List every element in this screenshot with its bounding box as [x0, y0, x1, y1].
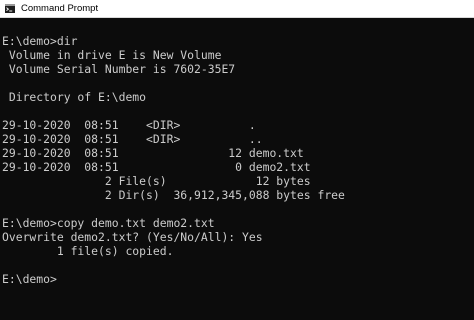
console-line-result: 1 file(s) copied. — [2, 244, 174, 258]
console-line-file-entry: 29-10-2020 08:51 0 demo2.txt — [2, 160, 311, 174]
console-line-volume-name: Volume in drive E is New Volume — [2, 48, 222, 62]
console-line-prompt-response: Overwrite demo2.txt? (Yes/No/All): Yes — [2, 230, 263, 244]
console-line-file-summary: 2 File(s) 12 bytes — [2, 174, 311, 188]
window-title: Command Prompt — [21, 3, 99, 14]
console-line-dir-entry: 29-10-2020 08:51 <DIR> .. — [2, 132, 263, 146]
console-line-dir-entry: 29-10-2020 08:51 <DIR> . — [2, 118, 256, 132]
console-prompt[interactable]: E:\demo> — [2, 272, 57, 286]
console-line-command: E:\demo>copy demo.txt demo2.txt — [2, 216, 215, 230]
console-line-file-entry: 29-10-2020 08:51 12 demo.txt — [2, 146, 304, 160]
console-line-dir-summary: 2 Dir(s) 36,912,345,088 bytes free — [2, 188, 345, 202]
console-line-volume-serial: Volume Serial Number is 7602-35E7 — [2, 62, 236, 76]
cmd-icon — [5, 4, 15, 13]
title-bar[interactable]: Command Prompt — [0, 0, 474, 18]
console-line-directory: Directory of E:\demo — [2, 90, 147, 104]
console-line-command: E:\demo>dir — [2, 34, 78, 48]
console-output[interactable]: E:\demo>dir Volume in drive E is New Vol… — [0, 18, 474, 320]
